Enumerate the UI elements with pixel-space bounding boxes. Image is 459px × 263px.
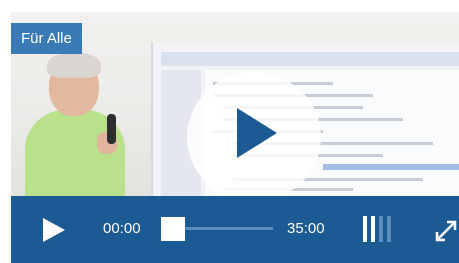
- signal-bar: [379, 216, 383, 242]
- video-player: Für Alle 00:00 35:00: [11, 12, 459, 263]
- video-frame[interactable]: Für Alle: [11, 12, 459, 196]
- expand-icon: [435, 220, 457, 242]
- seek-handle[interactable]: [161, 217, 185, 241]
- play-icon: [43, 218, 65, 242]
- fullscreen-button[interactable]: [433, 216, 459, 244]
- microphone: [107, 114, 116, 144]
- speaker-hair: [47, 52, 101, 78]
- projected-highlight: [323, 164, 459, 170]
- audience-badge: Für Alle: [11, 23, 82, 54]
- signal-bar: [387, 216, 391, 242]
- signal-bar: [363, 216, 367, 242]
- projected-toolbar: [161, 52, 459, 66]
- play-button[interactable]: [41, 216, 67, 244]
- current-time: 00:00: [103, 220, 141, 237]
- big-play-button[interactable]: [187, 72, 321, 196]
- control-bar: 00:00 35:00: [11, 196, 459, 263]
- signal-bar: [371, 216, 375, 242]
- play-icon: [237, 108, 277, 158]
- duration-time: 35:00: [287, 220, 325, 237]
- quality-button[interactable]: [363, 216, 399, 242]
